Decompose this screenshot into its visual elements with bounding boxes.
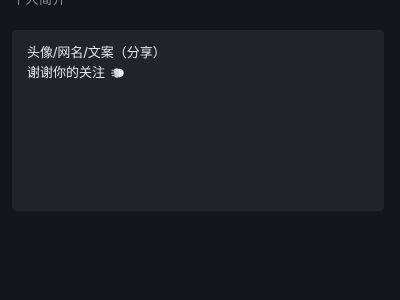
bio-line-2-container: 谢谢你的关注	[27, 64, 369, 87]
bio-line-2-text: 谢谢你的关注	[27, 66, 106, 81]
section-title: 个人简介	[12, 0, 67, 8]
bio-line-1: 头像/网名/文案（分享）	[27, 46, 166, 61]
dash-icon	[110, 66, 126, 87]
bio-box[interactable]: 头像/网名/文案（分享） 谢谢你的关注	[12, 30, 384, 211]
profile-bio-page: 个人简介 头像/网名/文案（分享） 谢谢你的关注	[0, 0, 400, 300]
